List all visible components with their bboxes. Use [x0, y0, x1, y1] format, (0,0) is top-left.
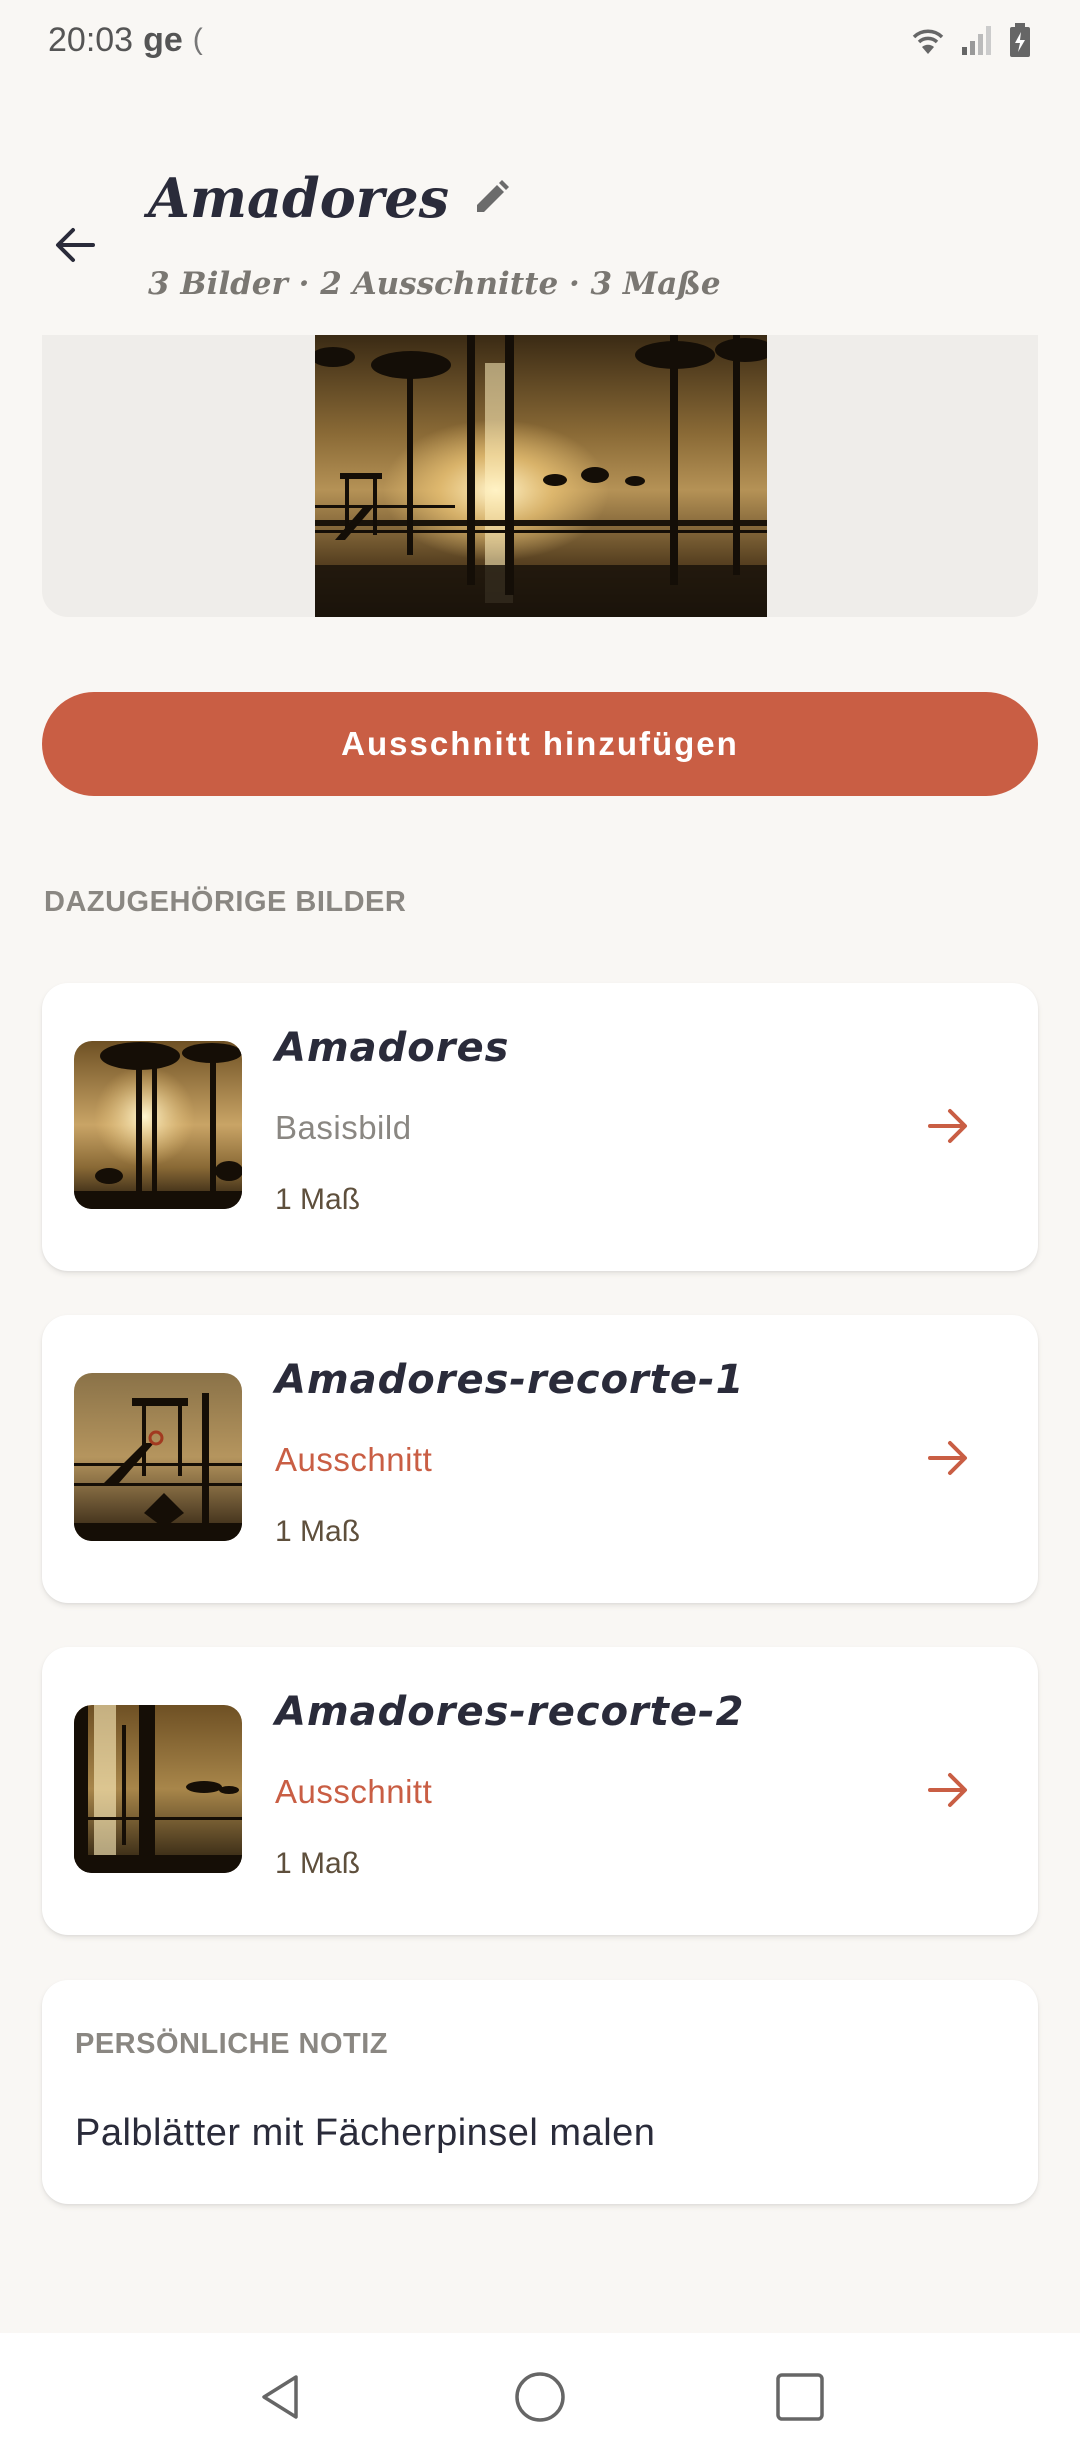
related-image-card[interactable]: Amadores Basisbild 1 Maß [42, 983, 1038, 1271]
wifi-icon [912, 29, 944, 54]
back-button[interactable] [40, 210, 110, 280]
open-image-button[interactable] [918, 1096, 978, 1156]
related-image-count: 1 Maß [275, 1847, 361, 1880]
arrow-left-icon [56, 228, 95, 262]
status-bar: 20:03 ge ( [0, 0, 1080, 80]
edit-title-button[interactable] [471, 178, 511, 218]
section-label-related: DAZUGEHÖRIGE BILDER [44, 886, 407, 918]
related-image-count: 1 Maß [275, 1515, 361, 1548]
related-image-kind: Ausschnitt [275, 1773, 433, 1810]
add-crop-button[interactable]: Ausschnitt hinzufügen [42, 692, 1038, 796]
system-nav-bar [0, 2333, 1080, 2460]
signal-icon [962, 26, 991, 55]
personal-note-card[interactable]: PERSÖNLICHE NOTIZ Palblätter mit Fächerp… [42, 1980, 1038, 2204]
related-image-card[interactable]: Amadores-recorte-1 Ausschnitt 1 Maß [42, 1315, 1038, 1603]
status-sim-glyph: ( [192, 23, 203, 56]
nav-home-button[interactable] [500, 2357, 580, 2437]
related-image-kind: Ausschnitt [275, 1441, 433, 1478]
status-left: 20:03 ge ( [48, 21, 203, 60]
related-image-count: 1 Maß [275, 1183, 361, 1216]
note-text: Palblätter mit Fächerpinsel malen [75, 2112, 656, 2154]
open-image-button[interactable] [918, 1760, 978, 1820]
related-image-name: Amadores-recorte-2 [275, 1689, 745, 1735]
open-image-button[interactable] [918, 1428, 978, 1488]
status-right [908, 22, 1032, 58]
related-image-kind: Basisbild [275, 1109, 412, 1146]
header: Amadores 3 Bilder · 2 Ausschnitte · 3 Ma… [0, 150, 1080, 320]
status-carrier: ge [143, 20, 183, 59]
square-recents-icon [776, 2372, 824, 2421]
preview-photo [315, 335, 767, 617]
related-image-name: Amadores-recorte-1 [275, 1357, 745, 1403]
nav-recents-button[interactable] [760, 2357, 840, 2437]
page-title: Amadores [148, 166, 450, 230]
title-row: Amadores [148, 166, 511, 230]
arrow-right-icon [928, 1441, 967, 1475]
status-time: 20:03 [48, 20, 134, 59]
related-image-card[interactable]: Amadores-recorte-2 Ausschnitt 1 Maß [42, 1647, 1038, 1935]
image-thumbnail [74, 1041, 242, 1209]
page-subtitle: 3 Bilder · 2 Ausschnitte · 3 Maße [148, 266, 721, 302]
pencil-icon [477, 180, 510, 212]
circle-home-icon [515, 2371, 565, 2422]
triangle-back-icon [262, 2374, 298, 2419]
nav-back-button[interactable] [240, 2357, 320, 2437]
image-thumbnail [74, 1373, 242, 1541]
image-preview[interactable] [42, 335, 1038, 617]
image-thumbnail [74, 1705, 242, 1873]
note-label: PERSÖNLICHE NOTIZ [75, 2028, 389, 2060]
battery-icon [1010, 23, 1030, 57]
arrow-right-icon [928, 1109, 967, 1143]
related-image-name: Amadores [275, 1025, 510, 1071]
arrow-right-icon [928, 1773, 967, 1807]
